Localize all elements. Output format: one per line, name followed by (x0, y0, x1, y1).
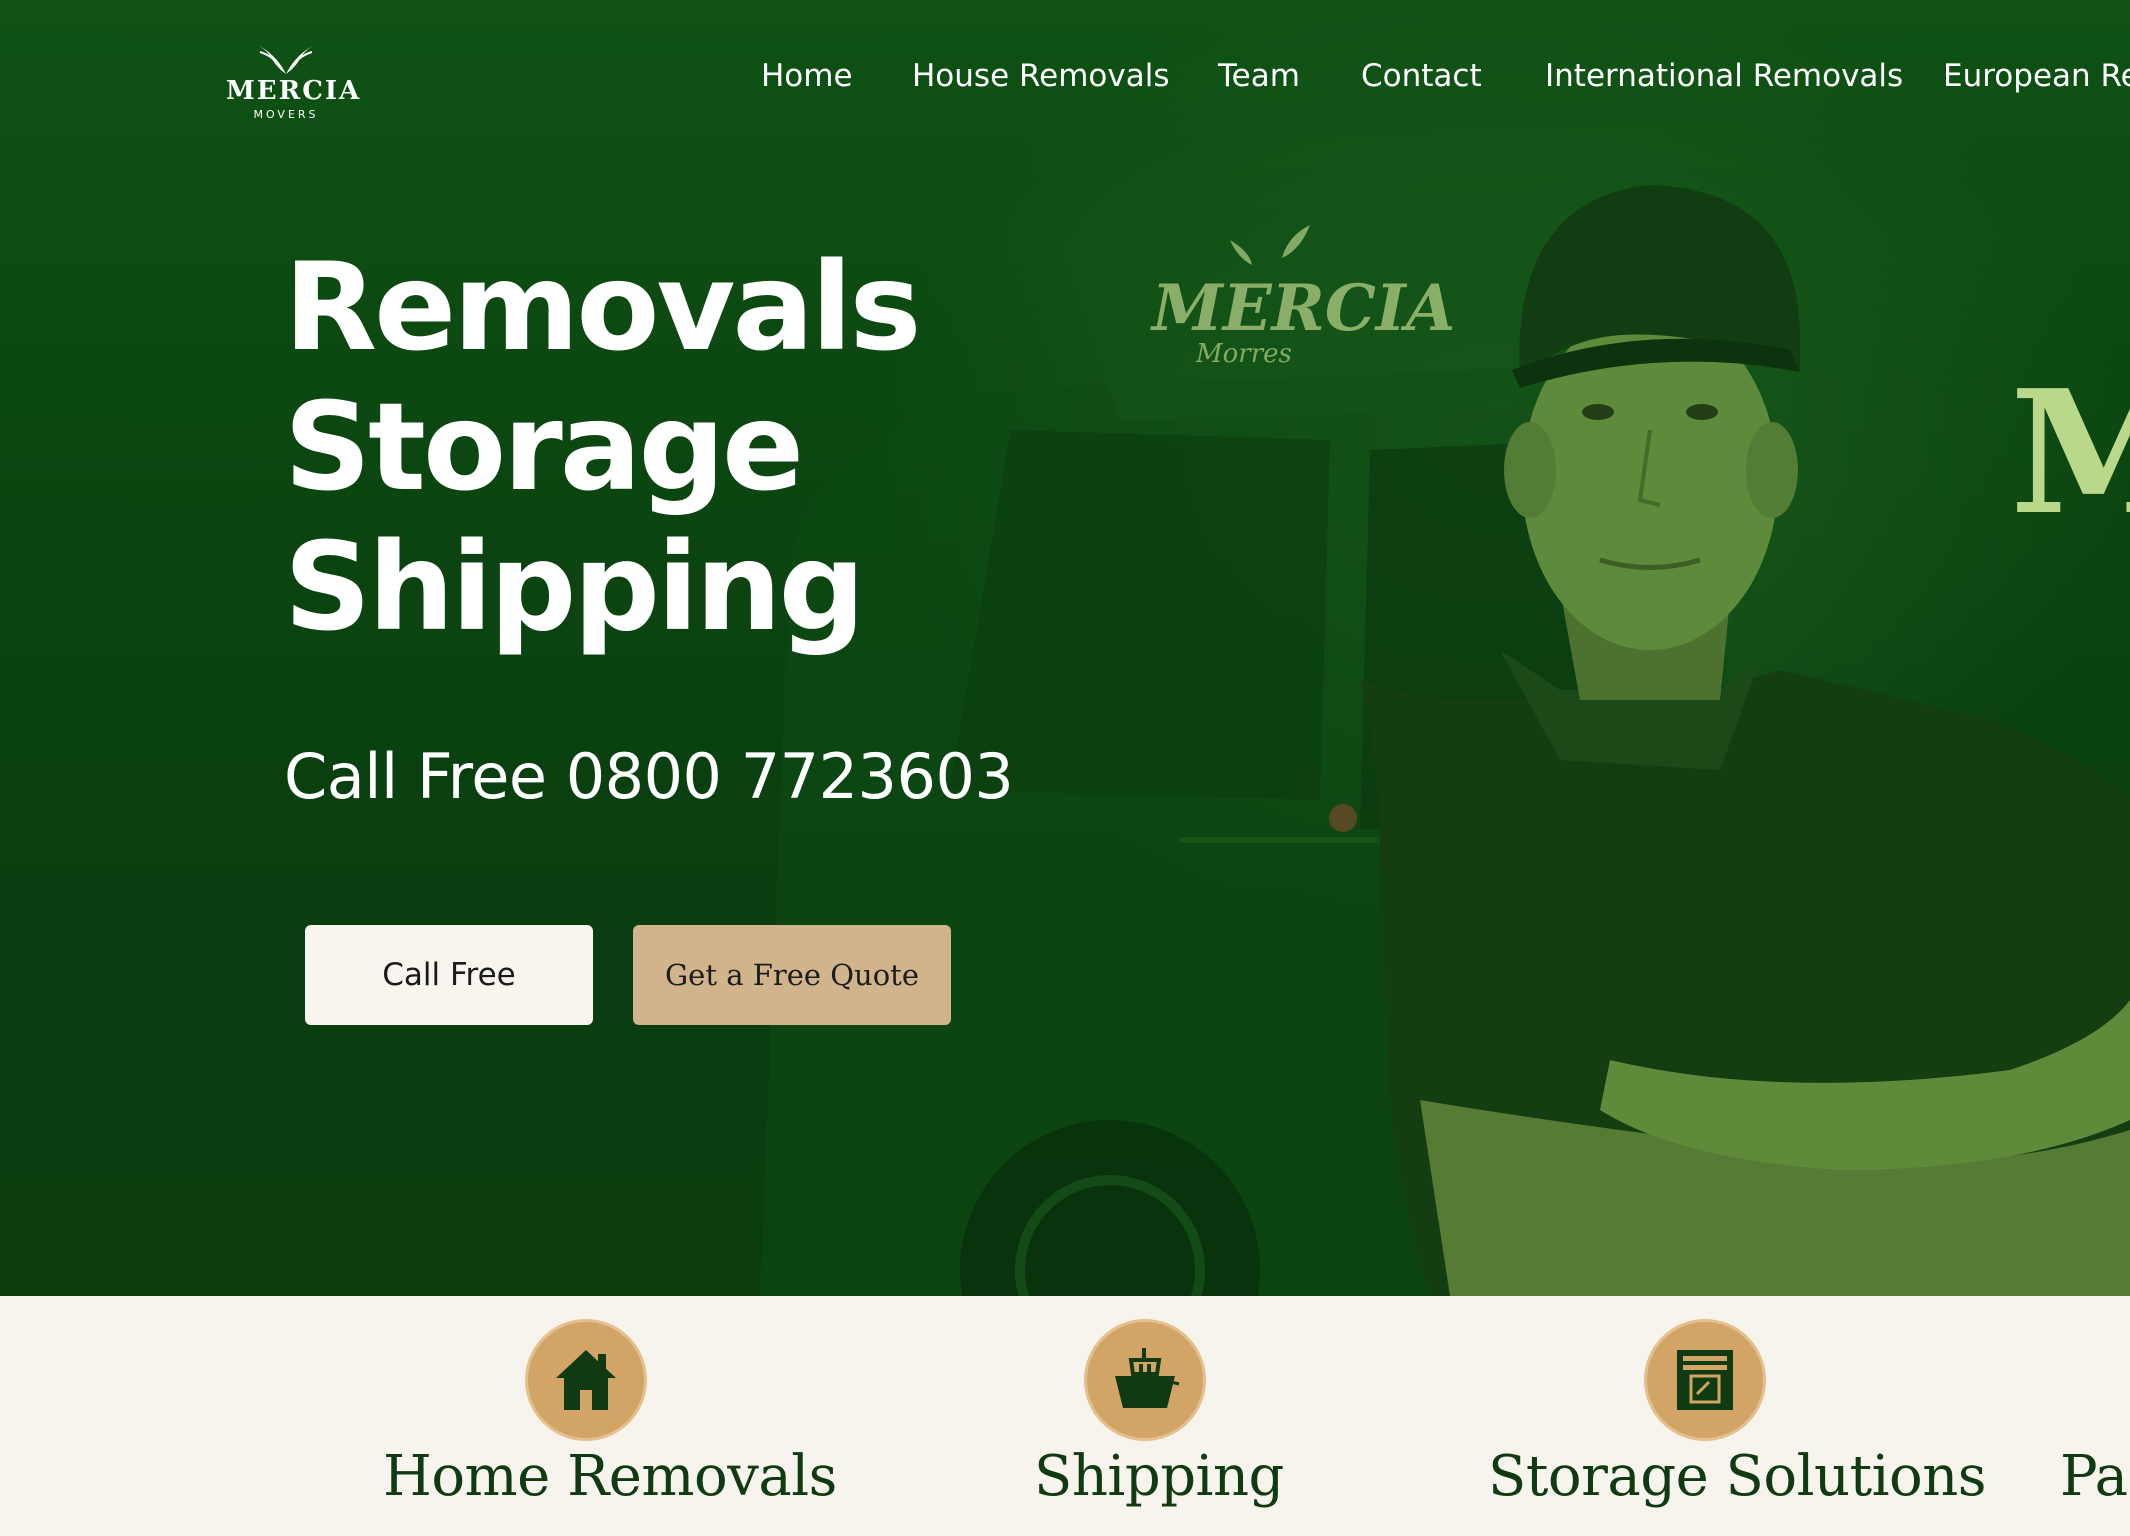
van-logo-text: MERCIA (1150, 271, 1455, 346)
ship-icon (1115, 1348, 1180, 1408)
service-icon-circle (525, 1319, 647, 1441)
van-logo-sub: Morres (1195, 339, 1292, 369)
nav-item-house-removals[interactable]: House Removals (912, 58, 1170, 94)
hero-headline: Removals Storage Shipping (284, 237, 921, 658)
logo-tagline: MOVERS (253, 108, 319, 121)
service-shipping[interactable]: Shipping (860, 1296, 1420, 1536)
get-free-quote-button[interactable]: Get a Free Quote (633, 925, 951, 1025)
nav-item-international-removals[interactable]: International Removals (1545, 58, 1903, 94)
main-nav: Home House Removals Team Contact Interna… (0, 58, 2130, 102)
headline-line-removals: Removals (284, 237, 921, 378)
headline-line-shipping: Shipping (284, 517, 865, 658)
call-free-button[interactable]: Call Free (305, 925, 593, 1025)
service-title: Home Removals (383, 1444, 837, 1509)
nav-item-home[interactable]: Home (761, 58, 853, 94)
service-icon-circle (1644, 1319, 1766, 1441)
service-home-removals[interactable]: Home Removals (300, 1296, 860, 1536)
service-icon-circle (1084, 1319, 1206, 1441)
service-title: Storage Solutions (1488, 1444, 1987, 1509)
services-strip: Home Removals Shipping Storage Solutions… (0, 1296, 2130, 1536)
service-packing-partial[interactable]: Pac (2060, 1296, 2130, 1536)
service-title: Shipping (1034, 1444, 1284, 1509)
headline-line-storage: Storage (284, 377, 804, 518)
banner-letter: M (2010, 353, 2130, 553)
hero-section: MERCIA Morres M MERCIA MOVERS Home House… (0, 0, 2130, 1296)
nav-item-european-removals[interactable]: European Re (1943, 58, 2130, 94)
phone-number[interactable]: Call Free 0800 7723603 (284, 740, 1014, 813)
house-icon (556, 1350, 616, 1410)
nav-item-team[interactable]: Team (1218, 58, 1300, 94)
storage-box-icon (1677, 1350, 1733, 1410)
nav-item-contact[interactable]: Contact (1361, 58, 1482, 94)
service-storage-solutions[interactable]: Storage Solutions (1420, 1296, 1987, 1536)
service-title: Pac (2060, 1444, 2130, 1509)
